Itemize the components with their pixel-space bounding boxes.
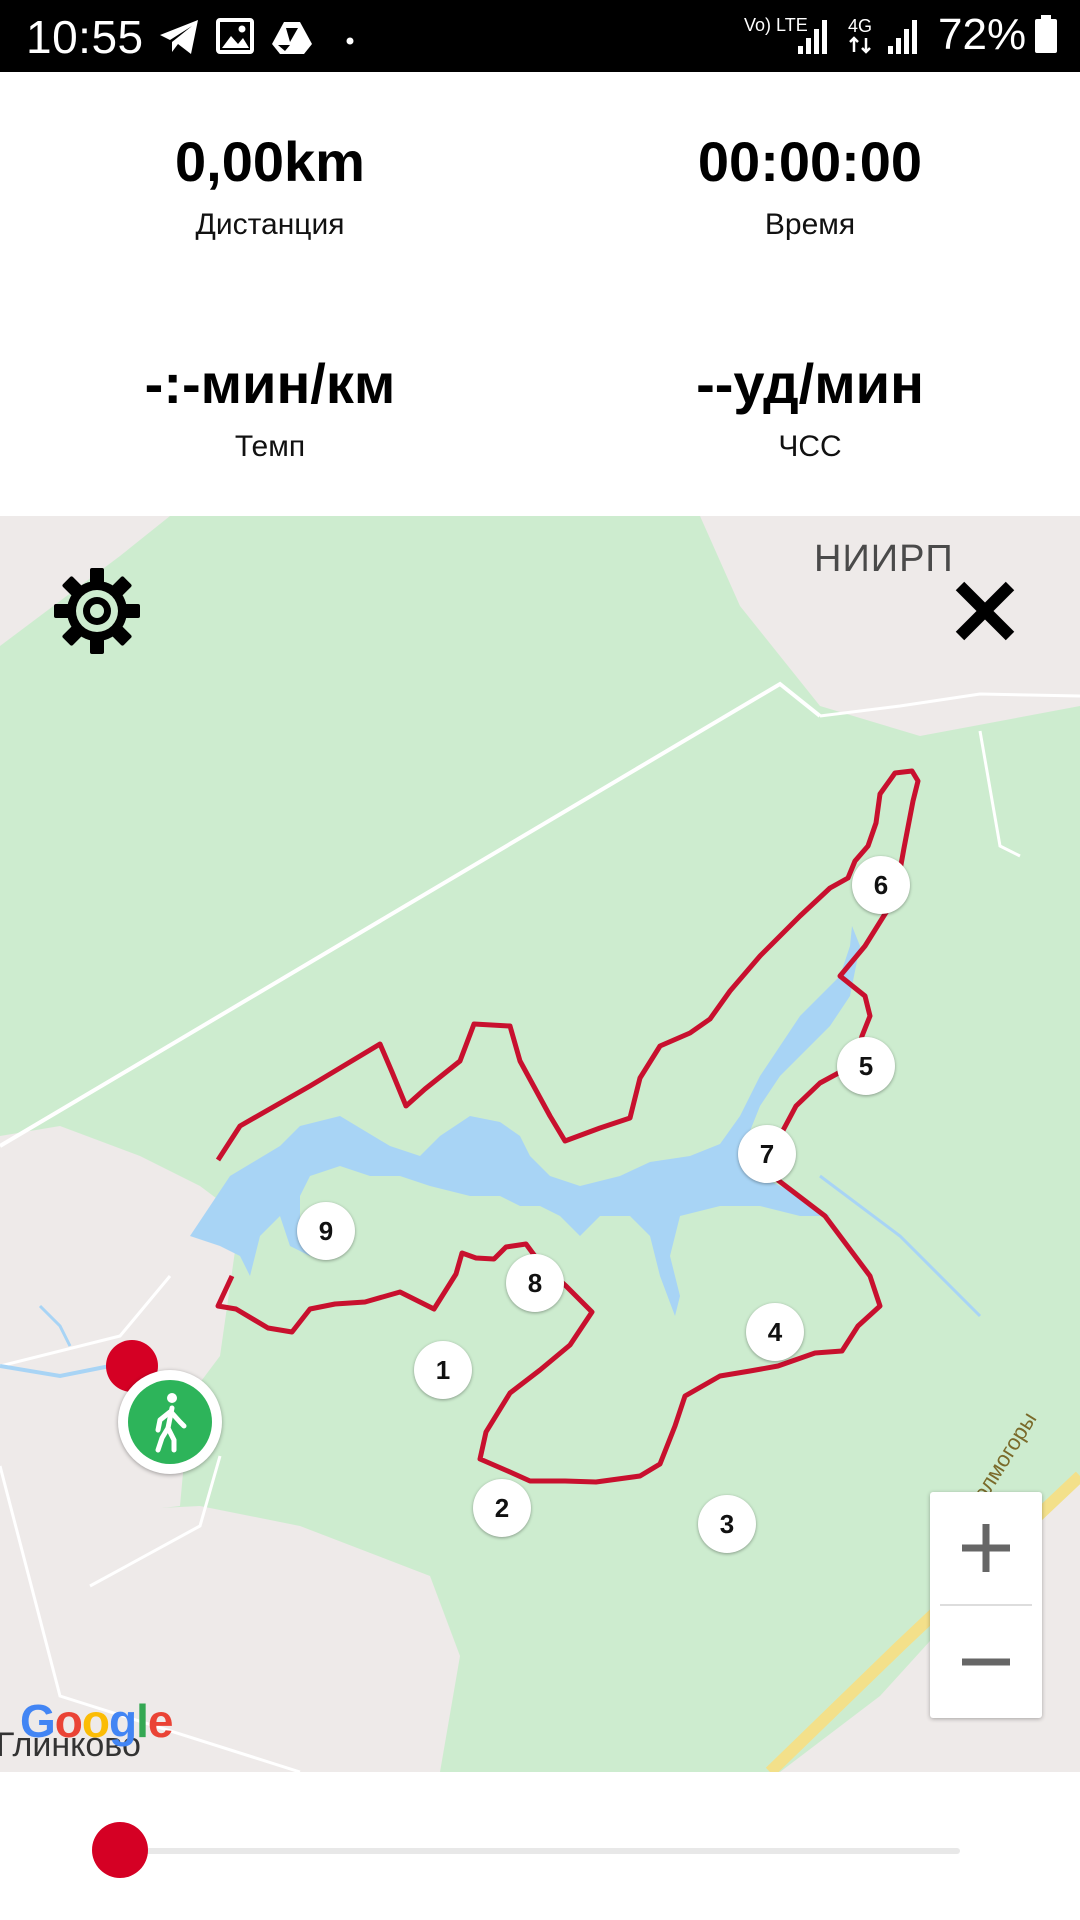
waypoint-marker[interactable]: 1: [414, 1341, 472, 1399]
dot-icon: [346, 32, 354, 50]
heart-rate-value: --уд/мин: [696, 352, 924, 415]
pace-label: Темп: [234, 430, 306, 463]
signal-icon-2: [886, 16, 920, 61]
slider-track[interactable]: [118, 1848, 960, 1854]
start-marker-fill: [128, 1380, 212, 1464]
waypoint-marker[interactable]: 4: [746, 1303, 804, 1361]
workout-stats: 0,00km Дистанция 00:00:00 Время -:-мин/к…: [0, 72, 1080, 516]
waypoint-marker[interactable]: 9: [297, 1202, 355, 1260]
distance-label: Дистанция: [195, 208, 345, 241]
status-bar: 10:55 Vo) LTE 4G 72%: [0, 0, 1080, 72]
stat-heart-rate: --уд/мин ЧСС: [540, 356, 1080, 464]
stat-time: 00:00:00 Время: [540, 134, 1080, 242]
plus-icon: [962, 1524, 1010, 1572]
heart-rate-label: ЧСС: [778, 430, 842, 463]
drive-icon: [270, 20, 314, 61]
network-4g-text: 4G: [847, 16, 872, 36]
status-time: 10:55: [26, 11, 144, 63]
route-map[interactable]: НИИРП Глинково а/д Холмогоры 1 2 3 4 5 6…: [0, 516, 1080, 1772]
google-logo: Google: [20, 1695, 173, 1747]
minus-icon: [962, 1658, 1010, 1666]
waypoint-marker[interactable]: 7: [738, 1125, 796, 1183]
waypoint-marker[interactable]: 2: [473, 1479, 531, 1537]
telegram-icon: [158, 18, 200, 61]
signal-icon: [796, 16, 830, 61]
waypoint-marker[interactable]: 6: [852, 856, 910, 914]
settings-button[interactable]: [50, 564, 144, 658]
time-value: 00:00:00: [697, 130, 923, 193]
playback-slider[interactable]: [0, 1772, 1080, 1920]
stat-pace: -:-мин/км Темп: [0, 356, 540, 464]
start-marker[interactable]: [118, 1370, 222, 1474]
data-arrows-icon: [849, 36, 871, 54]
zoom-controls: [930, 1492, 1042, 1718]
place-label-niirp: НИИРП: [814, 538, 954, 580]
battery-percent: 72%: [938, 10, 1027, 59]
gear-icon: [54, 568, 140, 654]
stat-distance: 0,00km Дистанция: [0, 134, 540, 242]
distance-value: 0,00km: [175, 130, 365, 193]
waypoint-marker[interactable]: 3: [698, 1495, 756, 1553]
network-4g-label: 4G: [846, 16, 874, 54]
waypoint-marker[interactable]: 5: [837, 1037, 895, 1095]
zoom-out-button[interactable]: [930, 1606, 1042, 1718]
close-icon: [955, 581, 1015, 641]
pace-value: -:-мин/км: [144, 352, 396, 415]
close-button[interactable]: [950, 576, 1020, 646]
time-label: Время: [764, 208, 856, 241]
walker-icon: [155, 1393, 187, 1453]
map-canvas: [0, 516, 1080, 1772]
waypoint-marker[interactable]: 8: [506, 1254, 564, 1312]
gallery-icon: [216, 18, 254, 59]
slider-thumb[interactable]: [92, 1822, 148, 1878]
zoom-in-button[interactable]: [930, 1492, 1042, 1604]
battery-icon: [1034, 14, 1058, 59]
